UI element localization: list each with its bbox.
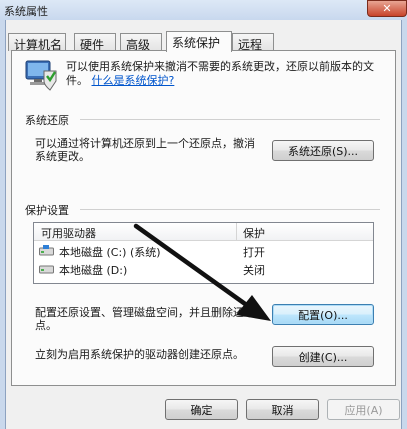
restore-description: 可以通过将计算机还原到上一个还原点，撤消系统更改。 xyxy=(35,137,255,163)
drive-icon xyxy=(39,265,54,274)
what-is-system-protection-link[interactable]: 什么是系统保护? xyxy=(92,74,175,87)
close-icon: ✕ xyxy=(382,2,392,15)
drive-row-c[interactable]: 本地磁盘 (C:) (系统) 打开 xyxy=(34,243,373,259)
tab-remote[interactable]: 远程 xyxy=(232,33,274,52)
window-title: 系统属性 xyxy=(4,5,48,18)
create-description: 立刻为启用系统保护的驱动器创建还原点。 xyxy=(35,348,244,361)
drive-protection-status: 打开 xyxy=(243,246,265,259)
title-bar: 系统属性 ✕ xyxy=(0,0,407,20)
protection-section-title: 保护设置 xyxy=(25,204,69,217)
intro-text: 可以使用系统保护来撤消不需要的系统更改，还原以前版本的文件。 什么是系统保护? xyxy=(66,60,388,88)
system-drive-icon xyxy=(39,245,54,256)
close-button[interactable]: ✕ xyxy=(367,0,407,17)
drive-name: 本地磁盘 (D:) xyxy=(59,264,128,277)
drive-name: 本地磁盘 (C:) (系统) xyxy=(59,246,161,259)
configure-button[interactable]: 配置(O)... xyxy=(272,304,374,325)
column-available-drives[interactable]: 可用驱动器 xyxy=(41,225,96,241)
tab-computer-name[interactable]: 计算机名 xyxy=(8,33,66,52)
drive-list[interactable]: 可用驱动器 保护 本地磁盘 (C:) (系统) 打开 本地磁盘 (D:) 关闭 xyxy=(33,222,374,284)
drive-row-d[interactable]: 本地磁盘 (D:) 关闭 xyxy=(34,261,373,277)
drive-protection-status: 关闭 xyxy=(243,264,265,277)
tab-system-protection[interactable]: 系统保护 xyxy=(166,31,232,52)
tab-hardware[interactable]: 硬件 xyxy=(74,33,116,52)
cancel-button[interactable]: 取消 xyxy=(246,399,319,420)
column-protection[interactable]: 保护 xyxy=(243,225,265,241)
protection-divider xyxy=(80,209,380,210)
ok-button[interactable]: 确定 xyxy=(165,399,238,420)
list-header: 可用驱动器 保护 xyxy=(34,223,373,241)
tab-label: 系统保护 xyxy=(172,36,221,50)
apply-button[interactable]: 应用(A) xyxy=(327,399,400,420)
column-separator[interactable] xyxy=(236,223,237,240)
system-restore-button[interactable]: 系统还原(S)... xyxy=(272,140,374,161)
create-button[interactable]: 创建(C)... xyxy=(272,346,374,367)
system-protection-icon xyxy=(25,60,57,91)
tab-advanced[interactable]: 高级 xyxy=(120,33,162,52)
restore-section-title: 系统还原 xyxy=(25,114,69,127)
tab-panel xyxy=(11,50,396,386)
restore-divider xyxy=(80,119,380,120)
configure-description: 配置还原设置、管理磁盘空间，并且删除还原点。 xyxy=(35,306,255,332)
